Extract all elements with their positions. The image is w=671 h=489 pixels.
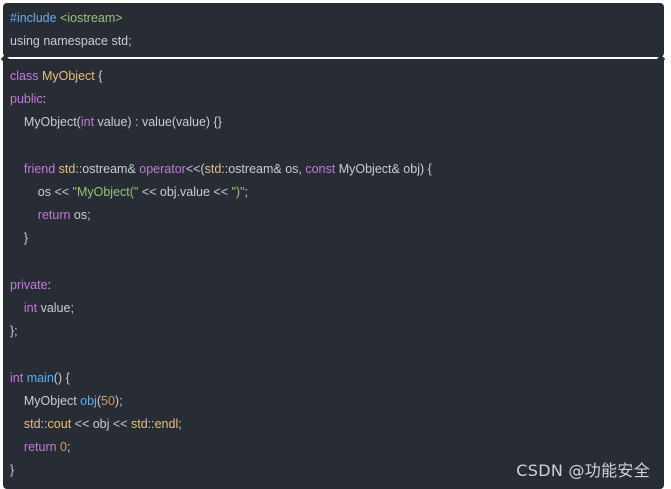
code-line: }; — [10, 320, 18, 343]
code-token: using namespace std; — [10, 34, 132, 49]
code-token: int — [23, 301, 38, 315]
code-token: obj — [80, 393, 97, 408]
code-token: << obj.value << — [138, 185, 232, 199]
code-line: return os; — [10, 204, 91, 227]
code-line: return 0; — [10, 436, 71, 459]
code-token: <iostream> — [60, 11, 123, 25]
code-line: class MyObject { — [10, 65, 102, 88]
code-token: int — [10, 370, 24, 385]
code-token: MyObject — [10, 393, 81, 408]
code-token: MyObject — [41, 69, 95, 83]
code-line: MyObject(int value) : value(value) {} — [10, 111, 222, 134]
code-token: value; — [37, 301, 74, 315]
code-token: <<( — [185, 161, 205, 176]
code-token: MyObject& obj) { — [335, 161, 432, 176]
code-token: ::ostream& — [75, 161, 140, 176]
code-token: return — [23, 440, 57, 455]
code-token: 50 — [101, 393, 115, 408]
code-token: std — [130, 417, 148, 431]
code-token: cout — [47, 417, 72, 431]
code-token: () { — [53, 370, 70, 385]
code-token: #include — [10, 11, 61, 25]
code-line: MyObject obj(50); — [10, 390, 123, 413]
code-token: ); — [114, 393, 123, 408]
include-code-block: #include <iostream> using namespace std; — [3, 3, 664, 57]
code-token: os << — [10, 185, 73, 199]
code-token: ")" — [231, 185, 245, 199]
watermark: CSDN @功能安全 — [516, 461, 650, 480]
code-line: int value; — [10, 297, 74, 320]
code-token: public — [10, 92, 43, 107]
code-token: 0 — [60, 440, 67, 455]
code-token: ; — [178, 417, 182, 431]
code-token: ::ostream& os, — [221, 161, 306, 176]
code-line: } — [10, 227, 28, 250]
code-token: value) : value(value) {} — [94, 115, 222, 130]
code-token: std — [204, 161, 222, 176]
code-token: << obj << — [71, 417, 131, 431]
code-token: ; — [244, 185, 249, 199]
code-token: operator — [139, 161, 186, 176]
code-line: using namespace std; — [10, 30, 132, 53]
code-token: : — [42, 92, 47, 107]
code-token: friend — [23, 161, 59, 176]
code-token: return — [37, 208, 71, 223]
code-line: os << "MyObject(" << obj.value << ")"; — [10, 181, 248, 204]
code-token: } — [10, 231, 29, 246]
code-line: std::cout << obj << std::endl; — [10, 413, 182, 436]
code-token: private — [10, 277, 48, 292]
code-token: main — [26, 370, 54, 385]
code-line: public: — [10, 88, 46, 111]
code-token: :: — [40, 417, 48, 431]
code-line: friend std::ostream& operator<<(std::ost… — [10, 158, 432, 181]
code-token: "MyObject(" — [72, 185, 139, 199]
class-code-block: class MyObject {public: MyObject(int val… — [3, 59, 664, 489]
code-token: :: — [147, 417, 155, 431]
code-token: } — [10, 463, 15, 478]
code-line: #include <iostream> — [10, 7, 123, 30]
code-line: } — [10, 459, 14, 482]
code-token: const — [305, 161, 336, 176]
code-token: : — [47, 277, 52, 292]
code-token: MyObject( — [10, 115, 81, 130]
code-token: os; — [70, 208, 91, 223]
code-token: std — [23, 417, 41, 431]
code-token: endl — [154, 417, 179, 431]
code-token: class — [10, 69, 42, 83]
code-token: }; — [10, 324, 18, 339]
code-token: { — [94, 69, 103, 83]
code-token: std — [58, 161, 76, 176]
code-line: private: — [10, 274, 51, 297]
code-token: ; — [67, 440, 71, 455]
code-line: int main() { — [10, 367, 70, 390]
code-token: int — [80, 115, 95, 130]
